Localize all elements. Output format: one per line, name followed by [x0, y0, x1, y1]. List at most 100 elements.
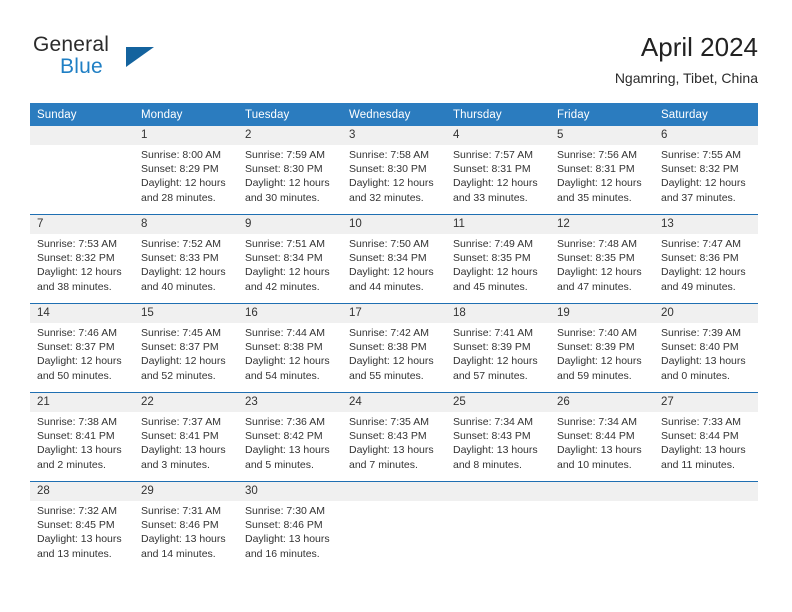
column-header-sunday: Sunday [30, 103, 134, 126]
detail-line: Daylight: 12 hours [245, 355, 330, 368]
day-cell-14[interactable]: 14 Sunrise: 7:46 AM Sunset: 8:37 PM Dayligh… [30, 303, 134, 393]
day-cell-30[interactable]: 30 Sunrise: 7:30 AM Sunset: 8:46 PM Dayligh… [238, 481, 342, 570]
day-cell-7[interactable]: 7 Sunrise: 7:53 AM Sunset: 8:32 PM Daylight… [30, 214, 134, 304]
detail-line: and 47 minutes. [557, 280, 632, 293]
detail-line: and 0 minutes. [661, 369, 730, 382]
day-details: Sunrise: 7:41 AM Sunset: 8:39 PM Daylight:… [446, 323, 550, 383]
detail-line: Sunrise: 7:46 AM [37, 327, 117, 339]
day-number [550, 482, 654, 501]
day-cell-empty [654, 481, 758, 570]
detail-line: Sunset: 8:38 PM [349, 341, 427, 354]
detail-line: and 2 minutes. [37, 458, 106, 471]
general-blue-logo[interactable]: General Blue [33, 33, 213, 83]
detail-line: and 54 minutes. [245, 369, 320, 382]
day-cell-13[interactable]: 13 Sunrise: 7:47 AM Sunset: 8:36 PM Dayligh… [654, 214, 758, 304]
detail-line: Sunrise: 7:53 AM [37, 238, 117, 250]
day-cell-16[interactable]: 16 Sunrise: 7:44 AM Sunset: 8:38 PM Dayligh… [238, 303, 342, 393]
detail-line: Daylight: 12 hours [349, 355, 434, 368]
day-cell-25[interactable]: 25 Sunrise: 7:34 AM Sunset: 8:43 PM Dayligh… [446, 392, 550, 482]
day-number: 27 [654, 393, 758, 412]
day-number: 1 [134, 126, 238, 145]
detail-line: Daylight: 13 hours [141, 444, 226, 457]
day-number: 15 [134, 304, 238, 323]
detail-line: Sunset: 8:39 PM [557, 341, 635, 354]
day-cell-12[interactable]: 12 Sunrise: 7:48 AM Sunset: 8:35 PM Dayligh… [550, 214, 654, 304]
day-number: 20 [654, 304, 758, 323]
day-details: Sunrise: 7:34 AM Sunset: 8:44 PM Daylight:… [550, 412, 654, 472]
detail-line: Sunrise: 7:30 AM [245, 505, 325, 517]
day-cell-8[interactable]: 8 Sunrise: 7:52 AM Sunset: 8:33 PM Daylight… [134, 214, 238, 304]
detail-line: Daylight: 13 hours [245, 444, 330, 457]
detail-line: Sunrise: 7:56 AM [557, 149, 637, 161]
detail-line: Sunrise: 7:34 AM [557, 416, 637, 428]
detail-line: Daylight: 12 hours [661, 177, 746, 190]
detail-line: Sunset: 8:29 PM [141, 163, 219, 176]
detail-line: Sunrise: 7:58 AM [349, 149, 429, 161]
day-cell-27[interactable]: 27 Sunrise: 7:33 AM Sunset: 8:44 PM Dayligh… [654, 392, 758, 482]
day-cell-22[interactable]: 22 Sunrise: 7:37 AM Sunset: 8:41 PM Dayligh… [134, 392, 238, 482]
day-details: Sunrise: 7:58 AM Sunset: 8:30 PM Daylight:… [342, 145, 446, 205]
detail-line: and 30 minutes. [245, 191, 320, 204]
detail-line: Sunset: 8:35 PM [557, 252, 635, 265]
day-number: 7 [30, 215, 134, 234]
day-cell-3[interactable]: 3 Sunrise: 7:58 AM Sunset: 8:30 PM Daylight… [342, 126, 446, 215]
day-cell-11[interactable]: 11 Sunrise: 7:49 AM Sunset: 8:35 PM Dayligh… [446, 214, 550, 304]
day-cell-1[interactable]: 1 Sunrise: 8:00 AM Sunset: 8:29 PM Daylight… [134, 126, 238, 215]
day-cell-21[interactable]: 21 Sunrise: 7:38 AM Sunset: 8:41 PM Dayligh… [30, 392, 134, 482]
day-details [342, 501, 446, 504]
day-details: Sunrise: 7:38 AM Sunset: 8:41 PM Daylight:… [30, 412, 134, 472]
day-cell-29[interactable]: 29 Sunrise: 7:31 AM Sunset: 8:46 PM Dayligh… [134, 481, 238, 570]
detail-line: Sunset: 8:33 PM [141, 252, 219, 265]
day-number: 8 [134, 215, 238, 234]
day-cell-18[interactable]: 18 Sunrise: 7:41 AM Sunset: 8:39 PM Dayligh… [446, 303, 550, 393]
detail-line: Sunrise: 7:42 AM [349, 327, 429, 339]
calendar-week-row: 28 Sunrise: 7:32 AM Sunset: 8:45 PM Dayligh… [30, 481, 758, 570]
day-cell-9[interactable]: 9 Sunrise: 7:51 AM Sunset: 8:34 PM Daylight… [238, 214, 342, 304]
day-cell-26[interactable]: 26 Sunrise: 7:34 AM Sunset: 8:44 PM Dayligh… [550, 392, 654, 482]
day-cell-17[interactable]: 17 Sunrise: 7:42 AM Sunset: 8:38 PM Dayligh… [342, 303, 446, 393]
detail-line: Daylight: 12 hours [661, 266, 746, 279]
detail-line: Daylight: 12 hours [453, 355, 538, 368]
day-details: Sunrise: 7:47 AM Sunset: 8:36 PM Daylight:… [654, 234, 758, 294]
detail-line: Daylight: 13 hours [37, 533, 122, 546]
day-number: 5 [550, 126, 654, 145]
day-number: 23 [238, 393, 342, 412]
day-number: 28 [30, 482, 134, 501]
detail-line: Sunrise: 7:40 AM [557, 327, 637, 339]
detail-line: Sunset: 8:37 PM [141, 341, 219, 354]
day-number: 24 [342, 393, 446, 412]
day-cell-empty [550, 481, 654, 570]
day-cell-23[interactable]: 23 Sunrise: 7:36 AM Sunset: 8:42 PM Dayligh… [238, 392, 342, 482]
day-cell-empty [446, 481, 550, 570]
day-cell-2[interactable]: 2 Sunrise: 7:59 AM Sunset: 8:30 PM Daylight… [238, 126, 342, 215]
detail-line: and 45 minutes. [453, 280, 528, 293]
day-details: Sunrise: 7:59 AM Sunset: 8:30 PM Daylight:… [238, 145, 342, 205]
day-cell-20[interactable]: 20 Sunrise: 7:39 AM Sunset: 8:40 PM Dayligh… [654, 303, 758, 393]
day-details: Sunrise: 7:55 AM Sunset: 8:32 PM Daylight:… [654, 145, 758, 205]
detail-line: and 49 minutes. [661, 280, 736, 293]
day-cell-28[interactable]: 28 Sunrise: 7:32 AM Sunset: 8:45 PM Dayligh… [30, 481, 134, 570]
detail-line: Daylight: 13 hours [557, 444, 642, 457]
column-header-monday: Monday [134, 103, 238, 126]
day-number: 16 [238, 304, 342, 323]
detail-line: and 42 minutes. [245, 280, 320, 293]
calendar-week-row: 7 Sunrise: 7:53 AM Sunset: 8:32 PM Daylight… [30, 214, 758, 304]
detail-line: Daylight: 12 hours [557, 355, 642, 368]
day-cell-4[interactable]: 4 Sunrise: 7:57 AM Sunset: 8:31 PM Daylight… [446, 126, 550, 215]
detail-line: Sunset: 8:45 PM [37, 519, 115, 532]
day-cell-5[interactable]: 5 Sunrise: 7:56 AM Sunset: 8:31 PM Daylight… [550, 126, 654, 215]
calendar-body: 1 Sunrise: 8:00 AM Sunset: 8:29 PM Daylight… [30, 126, 758, 570]
day-details: Sunrise: 7:49 AM Sunset: 8:35 PM Daylight:… [446, 234, 550, 294]
detail-line: and 37 minutes. [661, 191, 736, 204]
day-cell-15[interactable]: 15 Sunrise: 7:45 AM Sunset: 8:37 PM Dayligh… [134, 303, 238, 393]
detail-line: Sunset: 8:36 PM [661, 252, 739, 265]
day-number: 4 [446, 126, 550, 145]
day-number: 13 [654, 215, 758, 234]
day-cell-10[interactable]: 10 Sunrise: 7:50 AM Sunset: 8:34 PM Dayligh… [342, 214, 446, 304]
detail-line: and 3 minutes. [141, 458, 210, 471]
day-cell-24[interactable]: 24 Sunrise: 7:35 AM Sunset: 8:43 PM Dayligh… [342, 392, 446, 482]
day-cell-19[interactable]: 19 Sunrise: 7:40 AM Sunset: 8:39 PM Dayligh… [550, 303, 654, 393]
detail-line: and 55 minutes. [349, 369, 424, 382]
day-number [654, 482, 758, 501]
day-cell-6[interactable]: 6 Sunrise: 7:55 AM Sunset: 8:32 PM Daylight… [654, 126, 758, 215]
